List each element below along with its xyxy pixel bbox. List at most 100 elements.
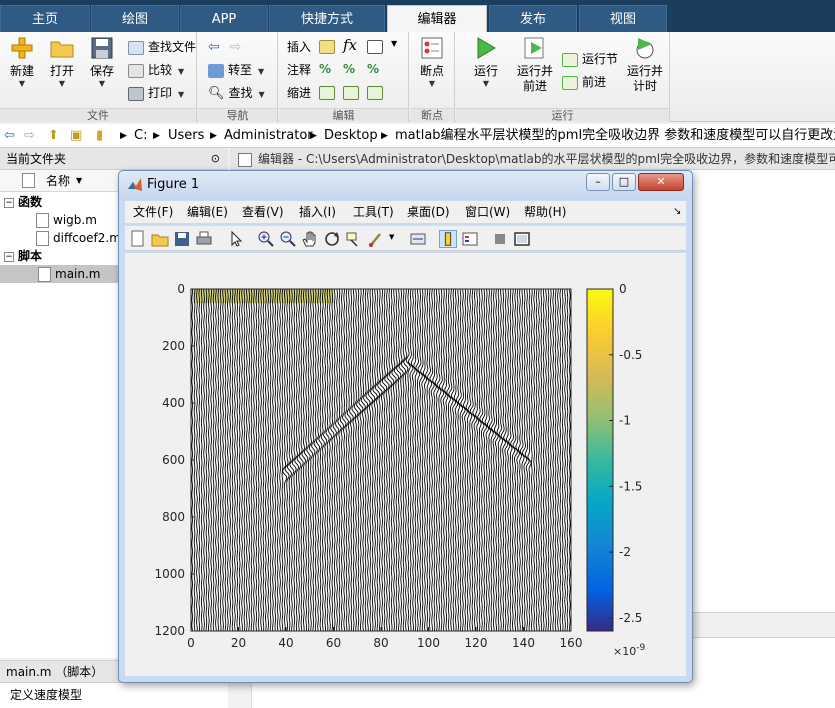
menu-edit[interactable]: 编辑(E) [187,201,228,223]
chevron-down-icon[interactable]: ▼ [389,233,394,241]
colorbar-icon[interactable] [439,230,457,248]
fx-icon[interactable]: fx [343,36,357,54]
breadcrumb-item[interactable]: C: [134,124,147,147]
link-plot-icon[interactable] [409,230,427,248]
brush-icon[interactable] [367,230,385,248]
menu-help[interactable]: 帮助(H) [524,201,566,223]
back-arrow-icon[interactable]: ⇦ [4,124,15,147]
legend-icon[interactable] [461,230,479,248]
comment-button[interactable]: 注释 [287,61,311,79]
zoom-out-icon[interactable] [279,230,297,248]
collapse-icon[interactable]: − [4,197,14,208]
browse-folder-icon[interactable]: ▣ [70,124,82,147]
insert-button[interactable]: 插入 [287,38,311,56]
menu-insert[interactable]: 插入(I) [299,201,336,223]
show-plot-tools-icon[interactable] [513,230,531,248]
chevron-down-icon: ▼ [428,79,436,88]
back-forward-buttons[interactable]: ⇦ ⇨ [208,38,241,56]
breakpoints-button[interactable]: 断点 ▼ [414,36,450,89]
tree-group-scripts[interactable]: − 脚本 [4,247,42,265]
sort-icon[interactable]: ▼ [76,170,82,192]
new-figure-icon[interactable] [129,230,147,248]
tree-group-functions[interactable]: − 函数 [4,193,42,211]
tab-home[interactable]: 主页 [0,5,90,32]
run-section-button[interactable]: 运行节 [562,50,618,68]
maximize-button[interactable]: □ [612,173,636,191]
zoom-in-icon[interactable] [257,230,275,248]
decrease-indent-icon[interactable] [367,86,383,100]
new-label: 新建 [9,64,34,78]
open-label: 打开 [49,64,74,78]
open-button[interactable]: 打开 ▼ [46,36,78,89]
insert-section-icon[interactable] [319,40,335,54]
menu-file[interactable]: 文件(F) [133,201,173,223]
increase-indent-icon[interactable] [343,86,359,100]
run-and-advance-button[interactable]: 运行并 前进 [514,36,556,94]
breadcrumb-item[interactable]: matlab编程水平层状模型的pml完全吸收边界 参数和速度模型可以自行更改源码… [395,124,835,147]
advance-button[interactable]: 前进 [562,73,606,91]
tab-publish[interactable]: 发布 [489,5,577,32]
dock-arrow-icon[interactable]: ↘ [673,201,681,223]
chevron-down-icon[interactable]: ▼ [391,39,397,48]
menu-desktop[interactable]: 桌面(D) [407,201,450,223]
close-button[interactable]: ✕ [638,173,684,191]
tree-item-wigb[interactable]: wigb.m [36,211,97,229]
cursor-icon[interactable] [227,230,245,248]
tree-item-diffcoef2[interactable]: diffcoef2.m [36,229,121,247]
up-folder-icon[interactable]: ⬆ [48,124,59,147]
tab-editor[interactable]: 编辑器 [387,5,487,32]
tab-view[interactable]: 视图 [579,5,667,32]
run-button[interactable]: 运行 ▼ [468,36,504,89]
function-file-icon [36,231,49,246]
colorbar-tick-label: -0.5 [619,348,642,362]
insert-function-icon[interactable] [367,40,383,54]
save-button[interactable]: 保存 ▼ [86,36,118,89]
find-button[interactable]: 🔍︎ 查找 ▼ [208,84,265,102]
current-folder-title: 当前文件夹 [6,152,67,166]
tab-plots[interactable]: 绘图 [91,5,179,32]
hide-plot-tools-icon[interactable] [491,230,509,248]
name-column-header[interactable]: 名称 [46,170,70,192]
minimize-button[interactable]: – [586,173,610,191]
percent-wrap-icon[interactable]: % [367,62,379,76]
new-button[interactable]: 新建 ▼ [6,36,38,89]
compare-button[interactable]: 比较 ▼ [128,61,184,79]
percent-comment-icon[interactable]: % [319,62,331,76]
breadcrumb-item[interactable]: Users [168,124,204,147]
forward-arrow-icon[interactable]: ⇨ [24,124,35,147]
goto-button[interactable]: 转至 ▼ [208,61,264,79]
rotate-3d-icon[interactable] [323,230,341,248]
print-figure-icon[interactable] [195,230,213,248]
menu-window[interactable]: 窗口(W) [465,201,510,223]
breadcrumb-item[interactable]: Administrator [224,124,313,147]
figure-canvas[interactable]: 0 20 40 60 80 100 120 140 160 0 200 400 600 800 1000 12… [125,253,686,676]
figure-titlebar[interactable]: Figure 1 – □ ✕ [119,171,692,199]
print-button[interactable]: 打印 ▼ [128,84,184,102]
menu-tools[interactable]: 工具(T) [353,201,394,223]
tree-group-label: 脚本 [18,249,43,263]
breakpoint-icon [421,37,443,59]
breadcrumb-item[interactable]: Desktop [324,124,378,147]
forward-arrow-icon[interactable]: ⇨ [230,39,242,55]
back-arrow-icon[interactable]: ⇦ [208,39,220,55]
smart-indent-icon[interactable] [319,86,335,100]
chevron-down-icon: ▼ [482,79,490,88]
save-figure-icon[interactable] [173,230,191,248]
menu-view[interactable]: 查看(V) [242,201,284,223]
compare-label: 比较 [148,63,173,77]
open-file-icon[interactable] [151,230,169,248]
indent-button[interactable]: 缩进 [287,84,311,102]
percent-uncomment-icon[interactable]: % [343,62,355,76]
collapse-icon[interactable]: − [4,251,14,262]
panel-menu-icon[interactable]: ⊙ [211,148,220,170]
tree-item-label: main.m [55,267,101,281]
seismic-plot[interactable]: 0 20 40 60 80 100 120 140 160 0 200 400 600 800 1000 12… [125,253,686,676]
run-and-time-button[interactable]: 运行并 计时 [624,36,666,94]
tab-shortcuts[interactable]: 快捷方式 [269,5,385,32]
x-tick-label: 60 [326,636,341,650]
folder-icon: ▮ [96,128,104,143]
data-cursor-icon[interactable] [345,230,363,248]
tab-apps[interactable]: APP [180,5,268,32]
pan-hand-icon[interactable] [301,230,319,248]
find-files-button[interactable]: 查找文件 [128,38,196,56]
